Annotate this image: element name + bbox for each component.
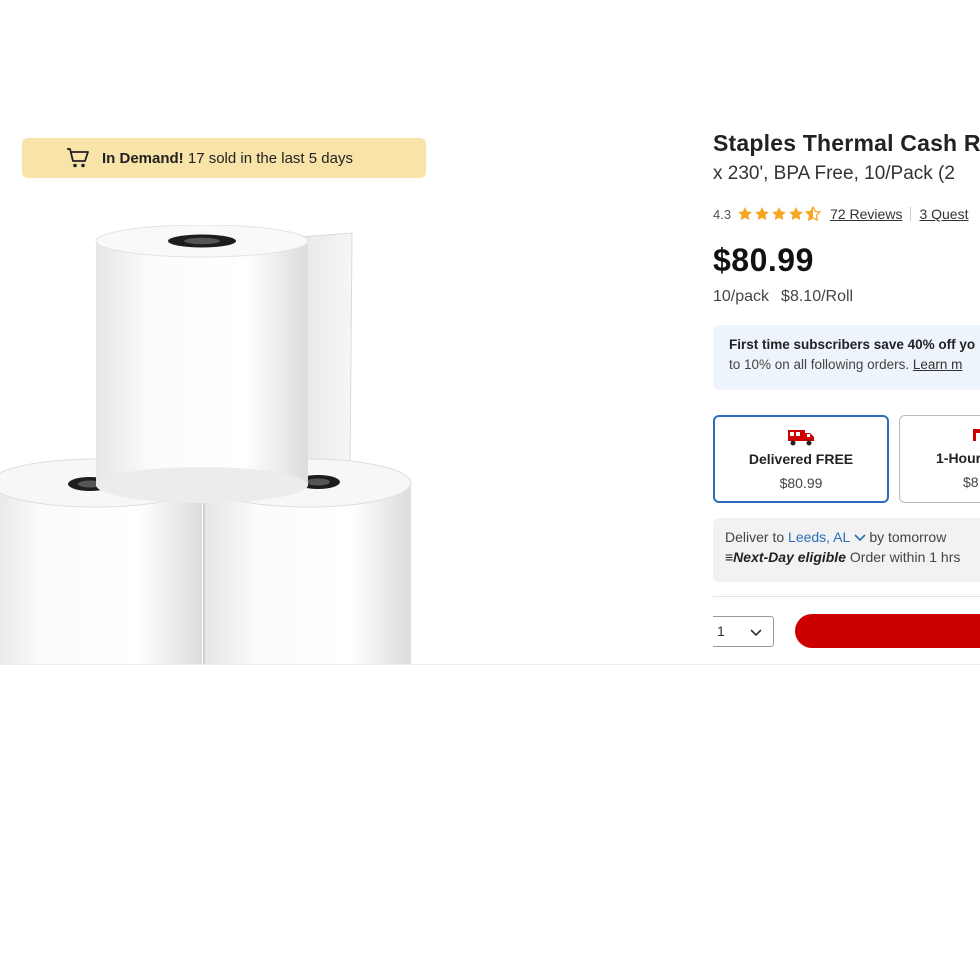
sold-count-text: 17 sold in the last 5 days — [187, 149, 353, 167]
unit-pricing: 10/pack $8.10/Roll — [713, 288, 853, 306]
pack-size: 10/pack — [713, 288, 770, 305]
questions-link[interactable]: 3 Quest — [919, 206, 968, 222]
rating-separator — [910, 207, 912, 221]
location-link[interactable]: Leeds, AL — [788, 529, 850, 545]
chevron-down-icon — [750, 629, 762, 637]
product-details: Staples Thermal Cash R x 230', BPA Free,… — [713, 128, 980, 668]
subscription-promo: First time subscribers save 40% off yo t… — [713, 325, 980, 390]
option-delivered-free[interactable]: Delivered FREE $80.99 — [713, 415, 889, 503]
delivery-truck-icon — [788, 430, 814, 446]
promo-detail-text: to 10% on all following orders. — [729, 357, 910, 372]
promo-headline: First time subscribers save 40% off yo — [729, 337, 976, 352]
product-image[interactable] — [0, 225, 420, 665]
chevron-down-icon[interactable] — [854, 534, 866, 542]
option-label: 1-Hour — [936, 450, 980, 466]
star-icon — [738, 207, 752, 221]
in-demand-label: In Demand! — [102, 149, 184, 167]
quantity-value: 1 — [717, 623, 725, 639]
product-page: In Demand! 17 sold in the last 5 days St… — [0, 0, 980, 980]
add-to-cart-button[interactable] — [795, 614, 980, 648]
option-price: $80.99 — [779, 475, 823, 491]
in-demand-text: In Demand! 17 sold in the last 5 days — [102, 150, 353, 167]
next-day-label: Next-Day eligible — [733, 549, 846, 565]
delivery-eta: by tomorrow — [869, 529, 947, 545]
option-price: $8 — [963, 474, 979, 490]
order-within-text: Order within 1 hrs — [849, 549, 961, 565]
cart-icon — [67, 148, 89, 168]
option-label: Delivered FREE — [748, 451, 854, 467]
product-title: Staples Thermal Cash R — [713, 130, 980, 156]
next-day-badge: ≡Next-Day eligible — [725, 549, 846, 565]
learn-more-link[interactable]: Learn m — [913, 357, 963, 372]
star-icon — [755, 207, 769, 221]
rating-row: 4.3 72 Reviews 3 Quest — [713, 204, 968, 224]
star-icon — [789, 207, 803, 221]
product-subtitle: x 230', BPA Free, 10/Pack (2 — [713, 163, 955, 184]
quantity-select[interactable]: 1 — [713, 616, 774, 647]
reviews-link[interactable]: 72 Reviews — [830, 206, 902, 222]
price-per-roll: $8.10/Roll — [781, 288, 854, 305]
promo-detail: to 10% on all following orders. Learn m — [729, 357, 980, 372]
product-price: $80.99 — [713, 242, 814, 278]
store-icon — [973, 429, 980, 441]
rating-stars — [737, 206, 822, 222]
star-half-icon — [805, 206, 822, 222]
star-icon — [772, 207, 786, 221]
cart-divider — [713, 596, 980, 597]
deliver-prefix: Deliver to — [725, 529, 785, 545]
in-demand-banner: In Demand! 17 sold in the last 5 days — [22, 138, 426, 178]
option-1-hour[interactable]: 1-Hour $8 — [899, 415, 980, 503]
rating-value: 4.3 — [713, 206, 732, 222]
delivery-info: Deliver to Leeds, AL by tomorrow ≡Next-Da… — [713, 518, 980, 582]
